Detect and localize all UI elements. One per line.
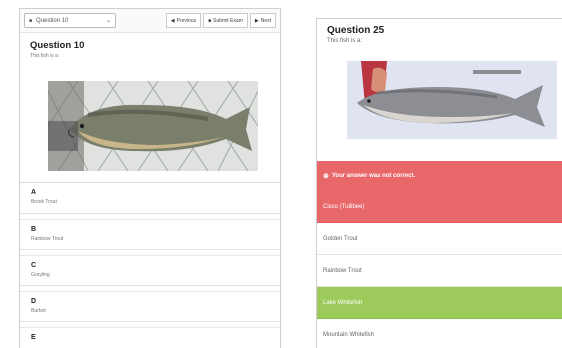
option-e[interactable]: E bbox=[20, 327, 280, 348]
previous-label: Previous bbox=[176, 17, 197, 24]
answer-text: Cisco (Tullibee) bbox=[323, 203, 365, 210]
answer-option-wrong[interactable]: Cisco (Tullibee) bbox=[317, 191, 562, 223]
option-letter: A bbox=[31, 189, 37, 196]
answer-list: Cisco (Tullibee) Golden Trout Rainbow Tr… bbox=[317, 191, 562, 348]
option-text: Burbot bbox=[31, 308, 46, 314]
option-c[interactable]: C Grayling bbox=[20, 255, 280, 286]
answer-option[interactable]: Rainbow Trout bbox=[317, 255, 562, 287]
option-text: Rainbow Trout bbox=[31, 236, 64, 242]
option-text: Grayling bbox=[31, 272, 50, 278]
answer-option[interactable]: Mountain Whitefish bbox=[317, 319, 562, 348]
answer-option[interactable]: Golden Trout bbox=[317, 223, 562, 255]
question-prompt: This fish is a: bbox=[30, 53, 60, 59]
next-button[interactable]: ▶ Next bbox=[249, 13, 276, 28]
fish-photo bbox=[48, 81, 258, 171]
fish-photo bbox=[347, 61, 557, 139]
arrow-left-icon: ◀ bbox=[170, 17, 175, 24]
answer-text: Rainbow Trout bbox=[323, 267, 362, 274]
question-select[interactable]: ■ Question 10 ⌄ bbox=[24, 13, 116, 28]
answer-option-correct[interactable]: Lake Whitefish bbox=[317, 287, 562, 319]
question-title: Question 25 bbox=[327, 25, 385, 36]
list-icon: ■ bbox=[29, 17, 33, 24]
option-b[interactable]: B Rainbow Trout bbox=[20, 219, 280, 250]
option-letter: E bbox=[31, 334, 36, 341]
question-header: Question 25 This fish is a: bbox=[317, 19, 562, 44]
answer-text: Golden Trout bbox=[323, 235, 358, 242]
answer-text: Lake Whitefish bbox=[323, 299, 363, 306]
arrow-right-icon: ▶ bbox=[254, 17, 259, 24]
exam-toolbar: ■ Question 10 ⌄ ◀ Previous ■ Submit Exam… bbox=[20, 9, 280, 33]
option-text: Brook Trout bbox=[31, 199, 57, 205]
previous-button[interactable]: ◀ Previous bbox=[165, 13, 202, 28]
alert-text: Your answer was not correct. bbox=[331, 173, 416, 179]
submit-exam-button[interactable]: ■ Submit Exam bbox=[203, 13, 248, 28]
question-select-value: Question 10 bbox=[36, 17, 69, 24]
option-letter: D bbox=[31, 298, 37, 305]
exam-panel-left: ■ Question 10 ⌄ ◀ Previous ■ Submit Exam… bbox=[19, 8, 281, 348]
circle-x-icon: ⊗ bbox=[323, 173, 329, 180]
question-header: Question 10 This fish is a: bbox=[20, 33, 280, 59]
question-title: Question 10 bbox=[30, 40, 85, 51]
answer-text: Mountain Whitefish bbox=[323, 331, 375, 338]
next-label: Next bbox=[260, 17, 271, 24]
exam-panel-right: Question 25 This fish is a: ⊗ Your answe… bbox=[316, 18, 562, 348]
option-list: A Brook Trout B Rainbow Trout C Grayling… bbox=[20, 183, 280, 348]
question-prompt: This fish is a: bbox=[327, 38, 363, 44]
option-letter: C bbox=[31, 262, 37, 269]
chevron-down-icon: ⌄ bbox=[105, 18, 111, 24]
option-d[interactable]: D Burbot bbox=[20, 291, 280, 322]
submit-label: Submit Exam bbox=[213, 17, 243, 24]
square-icon: ■ bbox=[208, 17, 212, 24]
option-a[interactable]: A Brook Trout bbox=[20, 183, 280, 214]
option-letter: B bbox=[31, 226, 37, 233]
incorrect-alert: ⊗ Your answer was not correct. bbox=[317, 161, 562, 191]
